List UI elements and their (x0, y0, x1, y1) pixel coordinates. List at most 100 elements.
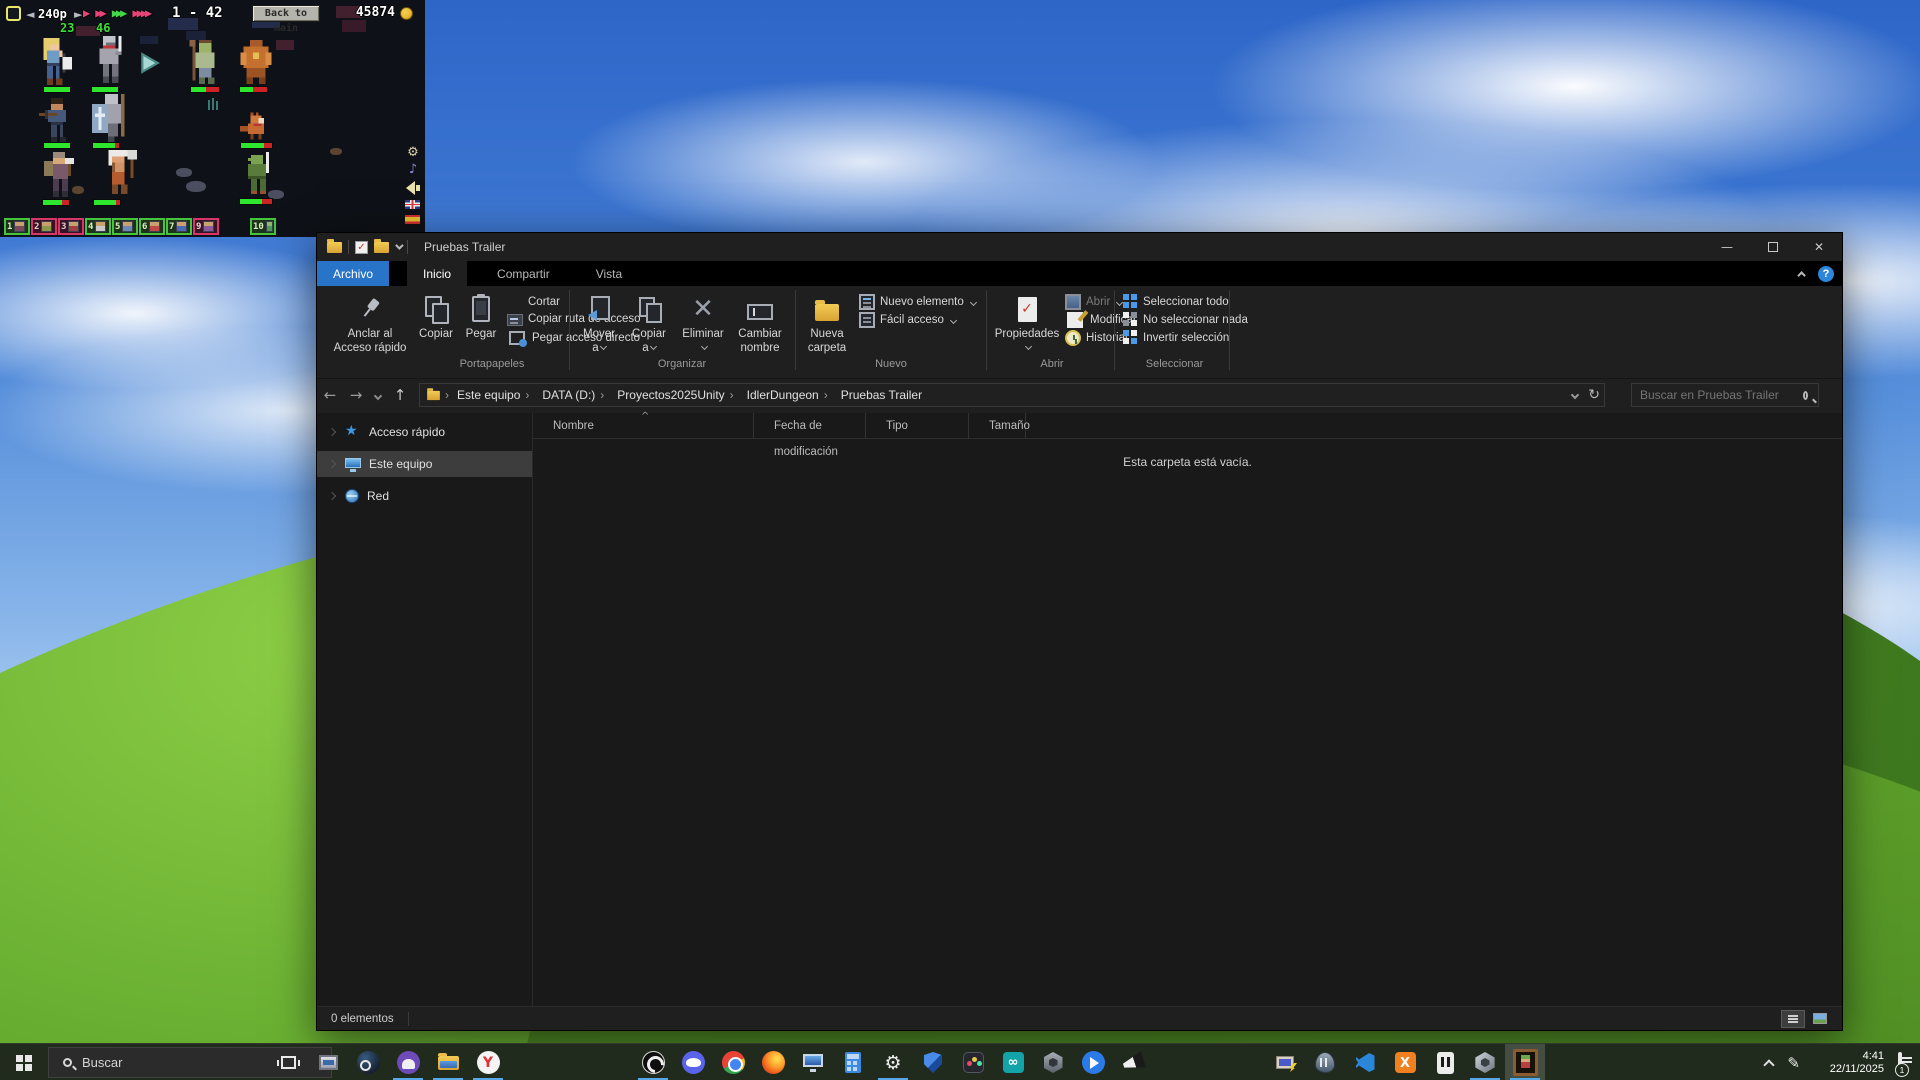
column-header-nombre[interactable]: Nombre (533, 413, 754, 439)
crumb-data-d[interactable]: DATA (D:) (538, 388, 613, 402)
unity-hub-icon[interactable] (1033, 1044, 1073, 1080)
game-sound-icon[interactable] (405, 181, 420, 195)
cloud-gaming-icon[interactable] (1073, 1044, 1113, 1080)
calculator-icon[interactable] (833, 1044, 873, 1080)
details-view-button[interactable] (1781, 1010, 1805, 1028)
tab-archivo[interactable]: Archivo (317, 261, 389, 286)
speed-3x-icon[interactable]: ▶▶▶ (112, 6, 125, 20)
unit-fox[interactable] (240, 110, 272, 142)
new-folder-qat-icon[interactable] (374, 242, 389, 253)
unit-dwarf[interactable] (40, 152, 78, 200)
tab-compartir[interactable]: Compartir (481, 261, 566, 286)
task-view-icon[interactable] (268, 1044, 308, 1080)
game-settings-icon[interactable]: ⚙ (404, 145, 422, 160)
speed-2x-icon[interactable]: ▶▶ (95, 6, 103, 20)
expand-chevron-icon[interactable] (328, 492, 336, 500)
obs-icon[interactable] (633, 1044, 673, 1080)
search-box[interactable] (1631, 383, 1819, 407)
breadcrumb[interactable]: › Este equipoDATA (D:)Proyectos2025Unity… (419, 383, 1605, 407)
speed-4x-icon[interactable]: ▶▶▶▶ (132, 6, 149, 20)
start-button[interactable] (0, 1044, 48, 1080)
tab-inicio[interactable]: Inicio (407, 261, 467, 286)
language-english-flag-icon[interactable] (404, 199, 421, 210)
speed-1x-icon[interactable]: ▶ (83, 6, 87, 20)
xampp-icon[interactable]: X (1385, 1044, 1425, 1080)
party-slot-1[interactable]: 1 (4, 218, 30, 235)
maximize-button[interactable] (1750, 233, 1796, 261)
remote-desktop-icon[interactable] (793, 1044, 833, 1080)
column-header-tipo[interactable]: Tipo (866, 413, 969, 439)
select-all-button[interactable]: Seleccionar todo (1123, 294, 1229, 309)
search-input[interactable] (1632, 388, 1803, 402)
arduino-icon[interactable]: ∞ (993, 1044, 1033, 1080)
back-to-main-button[interactable]: Back to main (252, 5, 320, 22)
firefox-icon[interactable] (753, 1044, 793, 1080)
file-list-area[interactable]: ★ Acceso rápido Este equipo Red ^ Nombre… (317, 413, 1842, 1006)
forward-nav-icon[interactable]: → (343, 386, 369, 404)
unity-editor-icon[interactable] (1465, 1044, 1505, 1080)
copy-to-button[interactable]: Copiar a (625, 291, 673, 355)
party-slot-5[interactable]: 5 (112, 218, 138, 235)
thumbnail-view-button[interactable] (1808, 1010, 1832, 1028)
new-item-button[interactable]: Nuevo elemento (859, 294, 976, 310)
move-to-button[interactable]: Mover a (575, 291, 623, 355)
copy-button[interactable]: Copiar (413, 291, 459, 341)
settings-icon[interactable]: ⚙ (873, 1044, 913, 1080)
file-explorer-icon[interactable] (428, 1044, 468, 1080)
performance-app-icon[interactable] (308, 1044, 348, 1080)
resolution-next-icon[interactable]: ► (74, 8, 82, 21)
party-slot-3[interactable]: 3 (58, 218, 84, 235)
address-dropdown-icon[interactable] (1571, 391, 1579, 399)
idler-dungeon-game-icon[interactable] (1505, 1044, 1545, 1080)
yandex-browser-icon[interactable]: Y (468, 1044, 508, 1080)
crumb-proyectos2025unity[interactable]: Proyectos2025Unity (613, 388, 742, 402)
postgresql-icon[interactable] (1305, 1044, 1345, 1080)
up-nav-icon[interactable]: ↑ (387, 386, 413, 404)
unit-orc-shaman[interactable] (186, 40, 224, 90)
unit-orc-brute[interactable] (236, 40, 276, 90)
sidebar-item-acceso-rapido[interactable]: ★ Acceso rápido (317, 419, 532, 445)
party-slot-6[interactable]: 6 (139, 218, 165, 235)
taskbar-clock[interactable]: 4:41 22/11/2025 (1814, 1050, 1884, 1076)
column-header-tamano[interactable]: Tamaño (969, 413, 1026, 439)
delete-button[interactable]: ✕ Eliminar (677, 291, 729, 355)
customize-qat-icon[interactable] (395, 241, 403, 249)
pin-quick-access-button[interactable]: Anclar al Acceso rápido (327, 291, 413, 355)
properties-button[interactable]: ✓ Propiedades (995, 291, 1059, 355)
chrome-icon[interactable] (713, 1044, 753, 1080)
game-music-icon[interactable]: ♪ (404, 162, 422, 177)
properties-check-icon[interactable]: ✓ (355, 241, 368, 254)
steam-icon[interactable] (348, 1044, 388, 1080)
security-shield-icon[interactable] (913, 1044, 953, 1080)
unit-archer[interactable] (34, 38, 72, 88)
easy-access-button[interactable]: Fácil acceso (859, 312, 956, 328)
davinci-resolve-icon[interactable] (953, 1044, 993, 1080)
crumb-pruebas-trailer[interactable]: Pruebas Trailer (837, 388, 936, 402)
pen-input-icon[interactable]: ✎ (1787, 1054, 1800, 1072)
minimize-button[interactable]: — (1704, 233, 1750, 261)
megaphone-icon[interactable] (1113, 1044, 1153, 1080)
github-desktop-icon[interactable] (388, 1044, 428, 1080)
close-button[interactable]: ✕ (1796, 233, 1842, 261)
column-header-fecha[interactable]: Fecha de modificación (754, 413, 866, 439)
recent-locations-icon[interactable] (369, 388, 387, 402)
unit-barbarian[interactable] (98, 150, 138, 200)
hidden-icons-chevron[interactable] (1764, 1059, 1775, 1070)
cut-button[interactable]: Cortar (507, 294, 560, 310)
party-slot-2[interactable]: 2 (31, 218, 57, 235)
unit-knight[interactable] (90, 36, 128, 86)
unit-goblin[interactable] (238, 152, 276, 200)
invert-selection-button[interactable]: Invertir selección (1123, 330, 1229, 345)
notifications-button[interactable]: 1 (1898, 1054, 1902, 1072)
sidebar-item-red[interactable]: Red (317, 483, 532, 509)
expand-chevron-icon[interactable] (328, 460, 336, 468)
idler-dungeon-game-window[interactable]: ◄ 240p ► 23 ▶▶▶▶▶▶▶▶▶▶ 46 1 - 42 Back to… (0, 0, 425, 237)
tab-vista[interactable]: Vista (580, 261, 638, 286)
plugin-app-icon[interactable] (1425, 1044, 1465, 1080)
unit-crossbowman[interactable] (38, 98, 76, 146)
new-folder-button[interactable]: Nueva carpeta (801, 291, 853, 355)
fullscreen-button[interactable] (6, 6, 21, 21)
discord-icon[interactable] (673, 1044, 713, 1080)
crumb-idlerdungeon[interactable]: IdlerDungeon (743, 388, 837, 402)
party-slot-10[interactable]: 10 (250, 218, 276, 235)
